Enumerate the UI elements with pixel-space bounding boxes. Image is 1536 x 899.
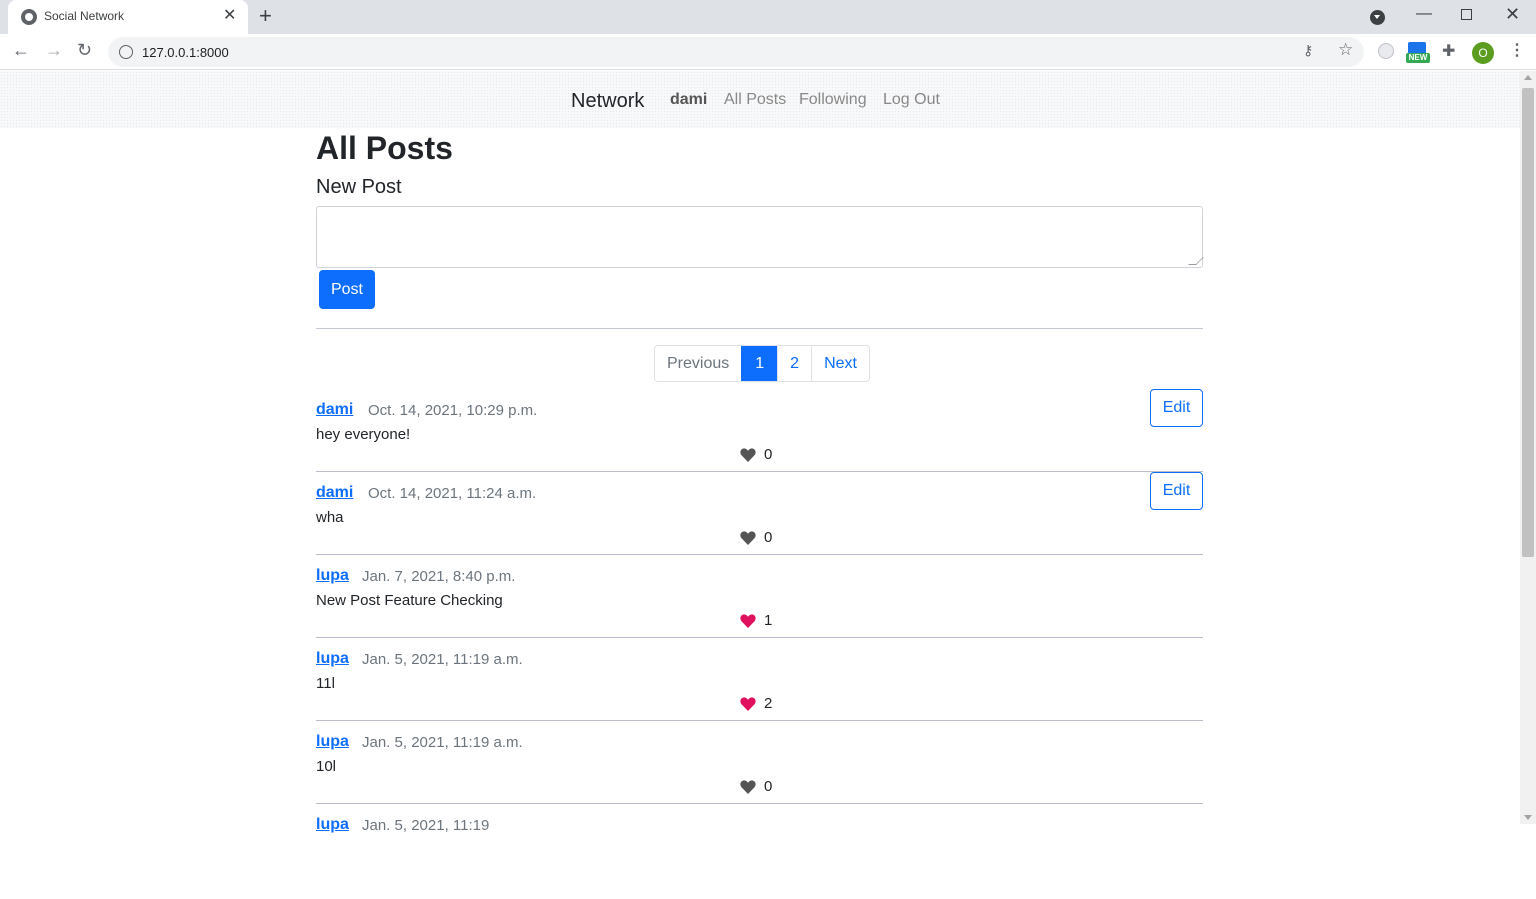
post-content: New Post Feature Checking — [316, 592, 503, 609]
post-author-link[interactable]: dami — [316, 484, 353, 502]
minimize-icon[interactable]: — — [1416, 5, 1432, 23]
post-timestamp: Jan. 5, 2021, 11:19 a.m. — [362, 734, 523, 751]
post-timestamp: Jan. 5, 2021, 11:19 — [362, 817, 490, 834]
post-divider — [316, 720, 1203, 721]
nav-all-posts[interactable]: All Posts — [724, 91, 786, 109]
post-timestamp: Jan. 7, 2021, 8:40 p.m. — [362, 568, 516, 585]
maximize-icon[interactable] — [1461, 9, 1472, 20]
post-divider — [316, 471, 1203, 472]
forward-arrow-icon[interactable]: → — [45, 39, 63, 61]
divider — [316, 328, 1203, 329]
new-tab-icon[interactable]: + — [259, 5, 272, 27]
post-item: lupa Jan. 5, 2021, 11:19 — [316, 816, 1203, 899]
tab-search-icon[interactable] — [1370, 10, 1385, 25]
site-navbar: Network dami All Posts Following Log Out — [0, 71, 1520, 128]
like-count: 1 — [764, 612, 773, 629]
post-content: wha — [316, 509, 344, 526]
scroll-thumb[interactable] — [1522, 88, 1534, 557]
post-divider — [316, 803, 1203, 804]
heart-icon[interactable] — [740, 531, 756, 545]
key-icon[interactable]: ⚷ — [1303, 42, 1313, 59]
scroll-down-arrow-icon[interactable] — [1524, 815, 1532, 820]
back-arrow-icon[interactable]: ← — [12, 39, 30, 61]
post-divider — [316, 554, 1203, 555]
post-content: hey everyone! — [316, 426, 411, 443]
post-author-link[interactable]: lupa — [316, 733, 349, 751]
post-item: lupa Jan. 5, 2021, 11:19 a.m. 10l 0 — [316, 733, 1203, 816]
close-tab-icon[interactable]: ✕ — [223, 7, 236, 25]
new-post-heading: New Post — [316, 176, 402, 198]
post-item: lupa Jan. 7, 2021, 8:40 p.m. New Post Feat… — [316, 567, 1203, 650]
bookmark-star-icon[interactable]: ☆ — [1338, 40, 1353, 60]
nav-user-link[interactable]: dami — [670, 91, 707, 109]
post-item: dami Oct. 14, 2021, 10:29 p.m. hey everyon… — [316, 389, 1203, 484]
address-bar[interactable]: 127.0.0.1:8000 ⚷ ☆ — [108, 37, 1364, 67]
puzzle-icon[interactable]: ✚ — [1442, 41, 1455, 61]
heart-liked-icon[interactable] — [740, 614, 756, 628]
info-icon[interactable] — [119, 45, 133, 59]
edit-post-button[interactable]: Edit — [1150, 389, 1203, 427]
pagination-previous[interactable]: Previous — [655, 346, 741, 381]
page-viewport: Network dami All Posts Following Log Out… — [0, 71, 1520, 834]
pagination-page-1[interactable]: 1 — [741, 346, 778, 381]
page-title: All Posts — [316, 130, 453, 166]
url-text[interactable]: 127.0.0.1:8000 — [142, 45, 229, 60]
menu-icon[interactable]: ⋮ — [1509, 40, 1525, 60]
like-count: 2 — [764, 695, 773, 712]
post-timestamp: Oct. 14, 2021, 10:29 p.m. — [368, 402, 538, 419]
post-author-link[interactable]: dami — [316, 401, 353, 419]
heart-icon[interactable] — [740, 448, 756, 462]
post-divider — [316, 637, 1203, 638]
like-count: 0 — [764, 446, 773, 463]
new-extension-icon[interactable]: NEW — [1406, 42, 1430, 64]
profile-avatar[interactable]: O — [1472, 42, 1494, 64]
post-content: 10l — [316, 758, 337, 775]
post-author-link[interactable]: lupa — [316, 816, 349, 834]
new-badge: NEW — [1406, 53, 1430, 63]
extension-icon[interactable] — [1378, 43, 1394, 59]
post-timestamp: Oct. 14, 2021, 11:24 a.m. — [368, 485, 537, 502]
browser-tab[interactable]: Social Network ✕ — [8, 0, 248, 34]
brand-link[interactable]: Network — [571, 90, 644, 113]
tab-title: Social Network — [44, 9, 125, 23]
like-count: 0 — [764, 778, 773, 795]
scroll-up-arrow-icon[interactable] — [1524, 75, 1532, 80]
post-author-link[interactable]: lupa — [316, 567, 349, 585]
post-item: dami Oct. 14, 2021, 11:24 a.m. wha Edit 0 — [316, 472, 1203, 567]
post-content: 11l — [316, 675, 335, 692]
like-count: 0 — [764, 529, 773, 546]
reload-icon[interactable]: ↻ — [77, 39, 92, 61]
browser-tab-bar: Social Network ✕ + — ✕ — [0, 0, 1536, 34]
pagination-page-2[interactable]: 2 — [777, 346, 811, 381]
heart-liked-icon[interactable] — [740, 697, 756, 711]
heart-icon[interactable] — [740, 780, 756, 794]
window-close-icon[interactable]: ✕ — [1505, 4, 1520, 25]
pagination-next[interactable]: Next — [811, 346, 869, 381]
post-item: lupa Jan. 5, 2021, 11:19 a.m. 11l 2 — [316, 650, 1203, 733]
nav-log-out[interactable]: Log Out — [883, 91, 940, 109]
browser-toolbar: ← → ↻ 127.0.0.1:8000 ⚷ ☆ NEW ✚ O ⋮ — [0, 34, 1536, 70]
nav-following[interactable]: Following — [799, 91, 867, 109]
edit-post-button[interactable]: Edit — [1150, 472, 1203, 510]
globe-icon — [21, 9, 37, 25]
pagination: Previous 1 2 Next — [654, 345, 870, 382]
post-timestamp: Jan. 5, 2021, 11:19 a.m. — [362, 651, 523, 668]
post-author-link[interactable]: lupa — [316, 650, 349, 668]
post-button[interactable]: Post — [319, 270, 375, 309]
scrollbar[interactable] — [1520, 71, 1536, 824]
new-post-textarea[interactable] — [316, 206, 1203, 268]
